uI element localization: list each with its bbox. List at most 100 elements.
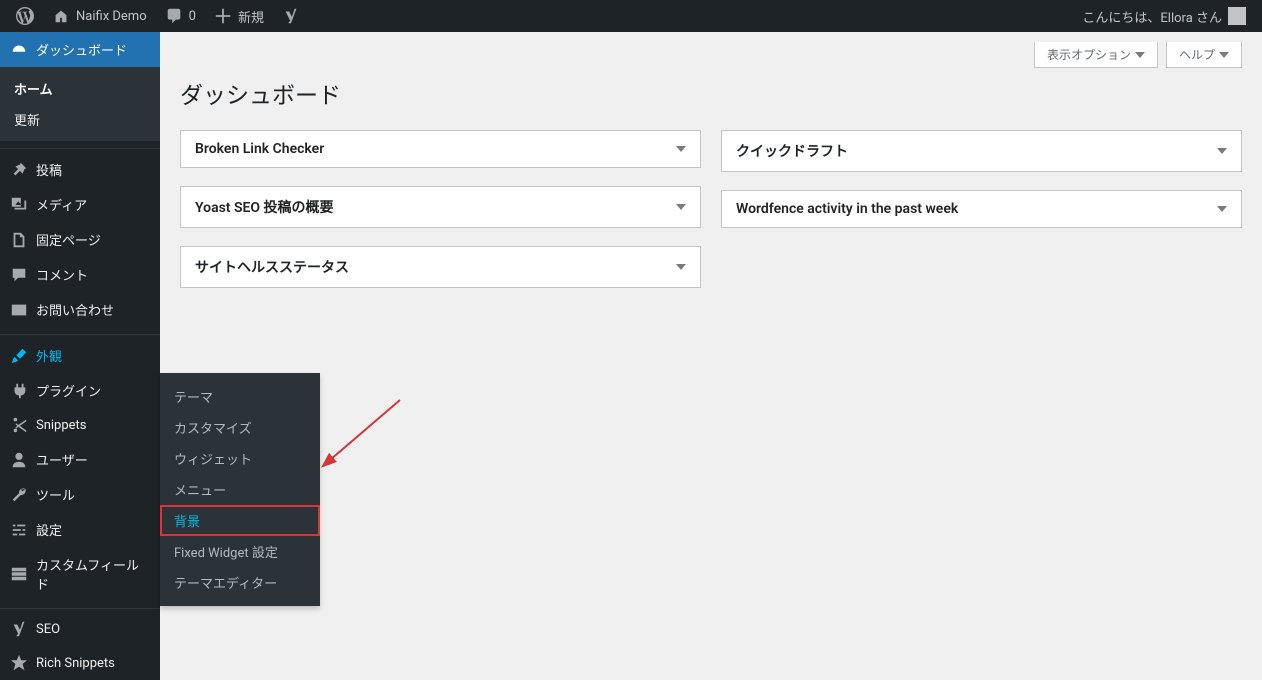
sidebar-item-users[interactable]: ユーザー [0,442,160,477]
site-name-label: Naifix Demo [76,9,147,24]
pages-label: 固定ページ [36,230,101,249]
chevron-down-icon [1135,52,1145,58]
separator [0,604,160,609]
postbox-toggle[interactable]: クイックドラフト [722,131,1241,171]
sidebar-item-rich-snippets[interactable]: Rich Snippets [0,646,160,680]
screen-options-label: 表示オプション [1047,46,1131,63]
screen-meta-links: 表示オプション ヘルプ [180,42,1242,68]
postbox-title: Wordfence activity in the past week [736,201,958,217]
submenu-widgets[interactable]: ウィジェット [160,443,320,474]
postbox-blc: Broken Link Checker [180,130,701,168]
postbox-toggle[interactable]: Yoast SEO 投稿の概要 [181,187,700,227]
chevron-down-icon [1217,148,1227,154]
chevron-down-icon [676,146,686,152]
sidebar-item-plugins[interactable]: プラグイン [0,373,160,408]
sidebar-item-snippets[interactable]: Snippets [0,408,160,442]
screen-options-button[interactable]: 表示オプション [1034,42,1158,68]
wrench-icon [10,486,28,504]
postbox-site-health: サイトヘルスステータス [180,246,701,288]
chevron-down-icon [1217,206,1227,212]
account-button[interactable]: こんにちは、Ellora さん [1074,0,1254,32]
postbox-toggle[interactable]: Wordfence activity in the past week [722,191,1241,227]
fields-icon [10,565,28,583]
pin-icon [10,161,28,179]
postbox-toggle[interactable]: サイトヘルスステータス [181,247,700,287]
plus-icon [214,7,232,25]
dashboard-widgets: Broken Link Checker Yoast SEO 投稿の概要 サイトヘ… [180,130,1242,288]
submenu-menus[interactable]: メニュー [160,474,320,505]
postbox-title: クイックドラフト [736,141,848,161]
wp-logo-button[interactable] [8,0,42,32]
custom-fields-label: カスタムフィールド [36,555,150,593]
postbox-wordfence: Wordfence activity in the past week [721,190,1242,228]
postbox-title: サイトヘルスステータス [195,257,349,277]
submenu-customize[interactable]: カスタマイズ [160,412,320,443]
yoast-seo-icon [10,620,28,638]
chevron-down-icon [676,264,686,270]
sidebar-item-pages[interactable]: 固定ページ [0,222,160,257]
content-area: 表示オプション ヘルプ ダッシュボード Broken Link Checker [160,32,1262,680]
plugins-label: プラグイン [36,381,101,400]
page-icon [10,231,28,249]
new-label: 新規 [238,7,264,26]
separator [0,330,160,335]
submenu-home[interactable]: ホーム [0,73,160,104]
mail-icon [10,301,28,319]
snippets-label: Snippets [36,418,87,433]
user-icon [10,451,28,469]
users-label: ユーザー [36,450,88,469]
submenu-updates[interactable]: 更新 [0,104,160,135]
wordpress-logo-icon [16,7,34,25]
site-name-button[interactable]: Naifix Demo [44,0,155,32]
comment-icon [10,266,28,284]
comment-icon [165,7,183,25]
posts-label: 投稿 [36,160,62,179]
avatar [1228,7,1246,25]
sidebar-item-seo[interactable]: SEO [0,612,160,646]
brush-icon [10,347,28,365]
sidebar-item-posts[interactable]: 投稿 [0,152,160,187]
greeting-label: こんにちは、Ellora さん [1082,7,1222,26]
comments-count: 0 [189,9,196,24]
dashboard-submenu: ホーム 更新 [0,67,160,141]
yoast-adminbar-button[interactable] [274,0,308,32]
help-label: ヘルプ [1179,46,1215,63]
new-content-button[interactable]: 新規 [206,0,272,32]
submenu-theme-editor[interactable]: テーマエディター [160,567,320,598]
star-icon [10,654,28,672]
widget-column-left: Broken Link Checker Yoast SEO 投稿の概要 サイトヘ… [180,130,701,288]
submenu-fixed-widget[interactable]: Fixed Widget 設定 [160,536,320,567]
comments-label: コメント [36,265,88,284]
admin-bar: Naifix Demo 0 新規 こんにちは、Ellora さん [0,0,1262,32]
chevron-down-icon [676,204,686,210]
separator [0,144,160,149]
media-label: メディア [36,195,87,214]
sidebar-item-tools[interactable]: ツール [0,477,160,512]
appearance-label: 外観 [36,346,62,365]
rich-snippets-label: Rich Snippets [36,656,115,671]
settings-label: 設定 [36,520,62,539]
admin-sidebar: ダッシュボード ホーム 更新 投稿 メディア 固定ページ コメント お問い合わせ [0,32,160,680]
admin-bar-left: Naifix Demo 0 新規 [8,0,308,32]
submenu-background[interactable]: 背景 [160,505,320,536]
chevron-down-icon [1219,52,1229,58]
page-title: ダッシュボード [180,76,1242,110]
postbox-toggle[interactable]: Broken Link Checker [181,131,700,167]
tools-label: ツール [36,485,75,504]
sidebar-item-contact[interactable]: お問い合わせ [0,292,160,327]
submenu-themes[interactable]: テーマ [160,381,320,412]
dashboard-label: ダッシュボード [36,40,127,59]
sidebar-item-settings[interactable]: 設定 [0,512,160,547]
sidebar-item-appearance[interactable]: 外観 [0,338,160,373]
comments-button[interactable]: 0 [157,0,204,32]
widget-column-right: クイックドラフト Wordfence activity in the past … [721,130,1242,228]
dashboard-icon [10,41,28,59]
sidebar-item-custom-fields[interactable]: カスタムフィールド [0,547,160,601]
sidebar-item-media[interactable]: メディア [0,187,160,222]
postbox-yoast: Yoast SEO 投稿の概要 [180,186,701,228]
postbox-title: Yoast SEO 投稿の概要 [195,197,334,217]
plug-icon [10,382,28,400]
help-button[interactable]: ヘルプ [1166,42,1242,68]
sidebar-item-dashboard[interactable]: ダッシュボード [0,32,160,67]
sidebar-item-comments[interactable]: コメント [0,257,160,292]
